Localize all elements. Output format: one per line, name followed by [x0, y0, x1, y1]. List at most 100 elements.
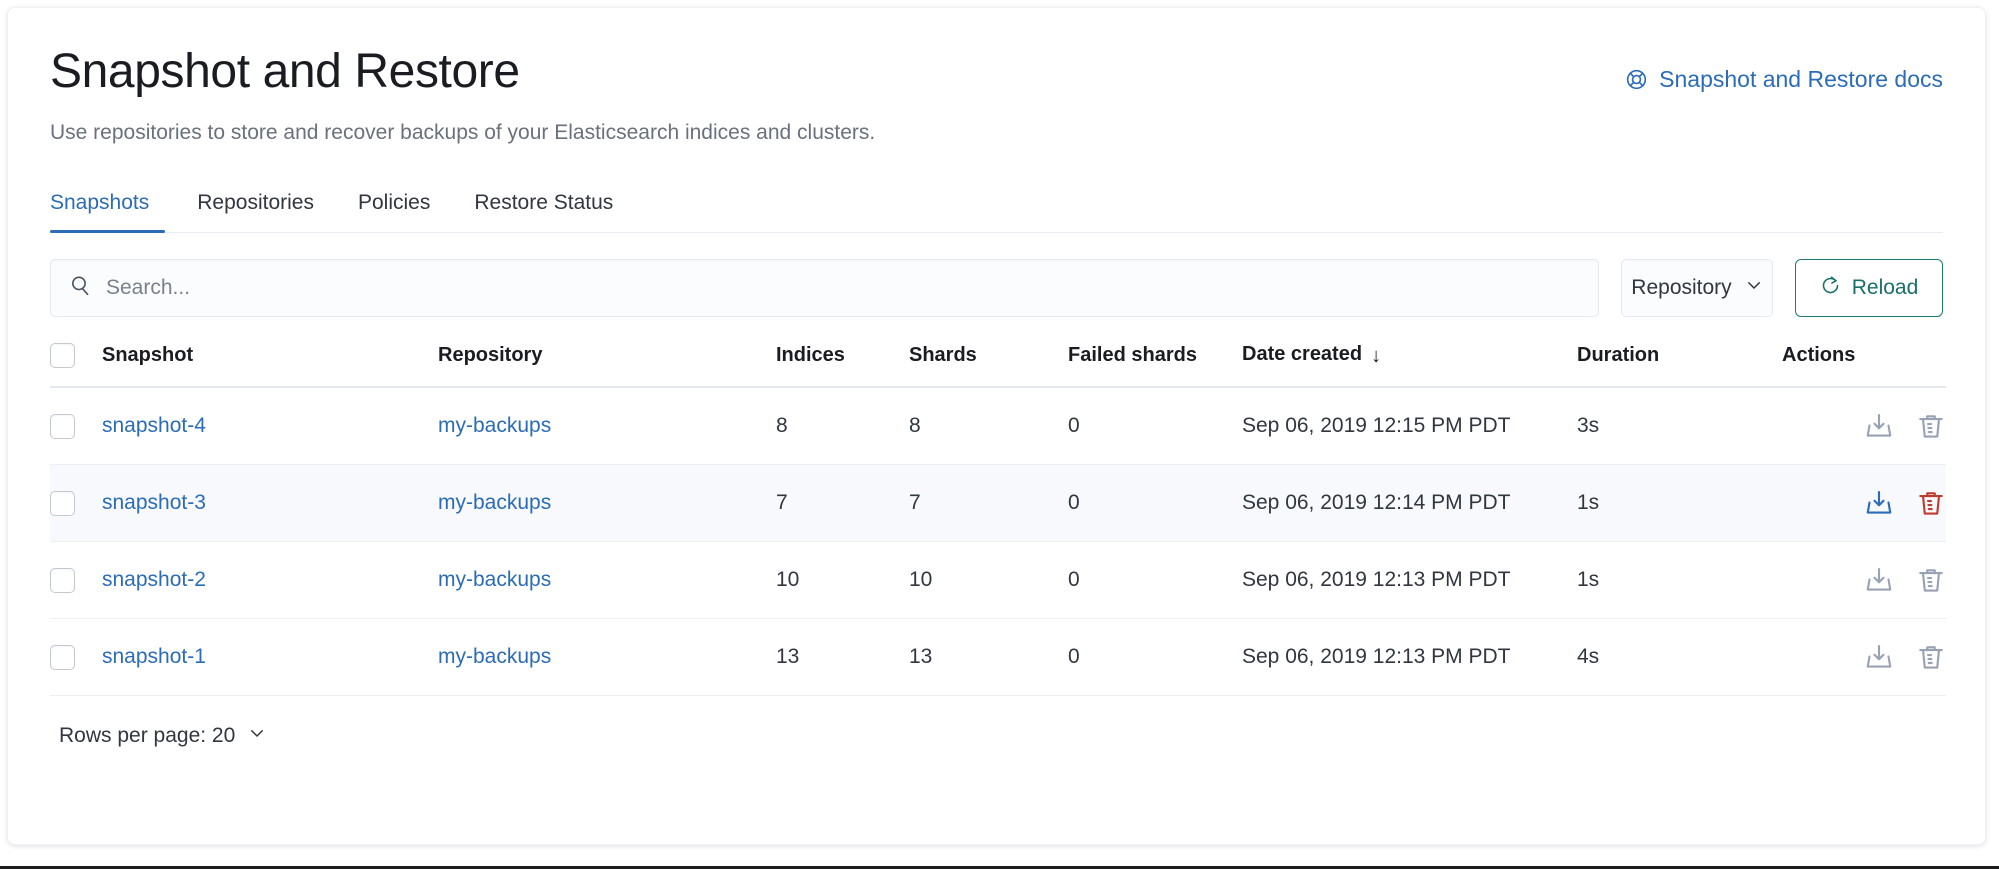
- select-all-checkbox[interactable]: [50, 343, 75, 368]
- tab-restore-status[interactable]: Restore Status: [452, 187, 635, 232]
- row-checkbox[interactable]: [50, 414, 75, 439]
- page-title: Snapshot and Restore: [50, 46, 520, 98]
- rows-per-page-label: Rows per page: 20: [59, 724, 235, 748]
- row-checkbox[interactable]: [50, 645, 75, 670]
- cell-repository: my-backups: [438, 542, 776, 619]
- cell-indices: 13: [776, 619, 909, 696]
- cell-indices: 10: [776, 542, 909, 619]
- table-row[interactable]: snapshot-1my-backups13130Sep 06, 2019 12…: [50, 619, 1946, 696]
- cell-failed-shards: 0: [1068, 387, 1242, 465]
- chevron-down-icon: [248, 724, 266, 748]
- cell-actions: [1782, 465, 1946, 542]
- cell-duration: 3s: [1577, 387, 1782, 465]
- cell-repository: my-backups: [438, 465, 776, 542]
- cell-shards: 10: [909, 542, 1068, 619]
- cell-actions: [1782, 619, 1946, 696]
- reload-button-label: Reload: [1852, 276, 1919, 300]
- cell-actions: [1782, 387, 1946, 465]
- reload-button[interactable]: Reload: [1795, 259, 1943, 317]
- column-header-date-created[interactable]: Date created ↓: [1242, 343, 1577, 387]
- tabs-bar: Snapshots Repositories Policies Restore …: [50, 187, 1943, 233]
- restore-download-icon[interactable]: [1864, 642, 1894, 672]
- row-select-cell: [50, 465, 102, 542]
- row-select-cell: [50, 619, 102, 696]
- page-subtitle: Use repositories to store and recover ba…: [50, 118, 1943, 147]
- restore-download-icon[interactable]: [1864, 565, 1894, 595]
- panel-content: Snapshot and Restore Snapshot and Restor…: [8, 8, 1985, 844]
- row-checkbox[interactable]: [50, 568, 75, 593]
- column-header-duration[interactable]: Duration: [1577, 343, 1782, 387]
- restore-download-icon[interactable]: [1864, 488, 1894, 518]
- cell-shards: 13: [909, 619, 1068, 696]
- cell-actions: [1782, 542, 1946, 619]
- select-all-header: [50, 343, 102, 387]
- snapshot-link[interactable]: snapshot-1: [102, 645, 206, 668]
- chevron-down-icon: [1745, 276, 1763, 300]
- repository-link[interactable]: my-backups: [438, 645, 551, 668]
- cell-repository: my-backups: [438, 387, 776, 465]
- repository-filter-label: Repository: [1631, 276, 1731, 300]
- cell-snapshot: snapshot-3: [102, 465, 438, 542]
- snapshot-link[interactable]: snapshot-3: [102, 491, 206, 514]
- table-row[interactable]: snapshot-2my-backups10100Sep 06, 2019 12…: [50, 542, 1946, 619]
- snapshot-link[interactable]: snapshot-4: [102, 414, 206, 437]
- cell-failed-shards: 0: [1068, 619, 1242, 696]
- cell-repository: my-backups: [438, 619, 776, 696]
- row-select-cell: [50, 387, 102, 465]
- column-header-date-created-label: Date created: [1242, 343, 1362, 365]
- cell-indices: 7: [776, 465, 909, 542]
- snapshot-link[interactable]: snapshot-2: [102, 568, 206, 591]
- table-row[interactable]: snapshot-4my-backups880Sep 06, 2019 12:1…: [50, 387, 1946, 465]
- row-select-cell: [50, 542, 102, 619]
- column-header-snapshot[interactable]: Snapshot: [102, 343, 438, 387]
- cell-date-created: Sep 06, 2019 12:13 PM PDT: [1242, 542, 1577, 619]
- docs-link-label: Snapshot and Restore docs: [1659, 66, 1943, 93]
- cell-date-created: Sep 06, 2019 12:15 PM PDT: [1242, 387, 1577, 465]
- snapshots-table: Snapshot Repository Indices Shards Faile…: [50, 343, 1946, 696]
- search-input[interactable]: [106, 260, 1580, 316]
- table-footer: Rows per page: 20: [50, 724, 1943, 748]
- cell-duration: 1s: [1577, 542, 1782, 619]
- cell-date-created: Sep 06, 2019 12:14 PM PDT: [1242, 465, 1577, 542]
- cell-duration: 4s: [1577, 619, 1782, 696]
- column-header-repository[interactable]: Repository: [438, 343, 776, 387]
- column-header-indices[interactable]: Indices: [776, 343, 909, 387]
- repository-filter-dropdown[interactable]: Repository: [1621, 259, 1773, 317]
- row-checkbox[interactable]: [50, 491, 75, 516]
- search-icon: [69, 274, 92, 302]
- cell-failed-shards: 0: [1068, 542, 1242, 619]
- tab-repositories[interactable]: Repositories: [175, 187, 336, 232]
- cell-shards: 8: [909, 387, 1068, 465]
- sort-descending-icon: ↓: [1371, 345, 1381, 368]
- repository-link[interactable]: my-backups: [438, 414, 551, 437]
- table-body: snapshot-4my-backups880Sep 06, 2019 12:1…: [50, 387, 1946, 696]
- cell-snapshot: snapshot-4: [102, 387, 438, 465]
- trash-icon[interactable]: [1916, 411, 1946, 441]
- restore-download-icon[interactable]: [1864, 411, 1894, 441]
- repository-link[interactable]: my-backups: [438, 491, 551, 514]
- cell-failed-shards: 0: [1068, 465, 1242, 542]
- column-header-shards[interactable]: Shards: [909, 343, 1068, 387]
- cell-snapshot: snapshot-1: [102, 619, 438, 696]
- trash-icon[interactable]: [1916, 642, 1946, 672]
- snapshot-restore-panel: Snapshot and Restore Snapshot and Restor…: [7, 7, 1986, 845]
- tab-snapshots[interactable]: Snapshots: [50, 187, 175, 232]
- trash-icon[interactable]: [1916, 565, 1946, 595]
- search-box[interactable]: [50, 259, 1599, 317]
- app-root: Snapshot and Restore Snapshot and Restor…: [0, 0, 1999, 869]
- tab-policies[interactable]: Policies: [336, 187, 452, 232]
- help-circle-icon: [1625, 68, 1648, 91]
- table-header-row: Snapshot Repository Indices Shards Faile…: [50, 343, 1946, 387]
- cell-indices: 8: [776, 387, 909, 465]
- repository-link[interactable]: my-backups: [438, 568, 551, 591]
- trash-icon[interactable]: [1916, 488, 1946, 518]
- snapshot-restore-docs-link[interactable]: Snapshot and Restore docs: [1625, 66, 1943, 93]
- cell-snapshot: snapshot-2: [102, 542, 438, 619]
- table-row[interactable]: snapshot-3my-backups770Sep 06, 2019 12:1…: [50, 465, 1946, 542]
- column-header-actions: Actions: [1782, 343, 1946, 387]
- rows-per-page-selector[interactable]: Rows per page: 20: [50, 724, 266, 748]
- column-header-failed-shards[interactable]: Failed shards: [1068, 343, 1242, 387]
- cell-shards: 7: [909, 465, 1068, 542]
- refresh-icon: [1820, 275, 1841, 302]
- snapshots-table-wrapper: Snapshot Repository Indices Shards Faile…: [50, 343, 1943, 696]
